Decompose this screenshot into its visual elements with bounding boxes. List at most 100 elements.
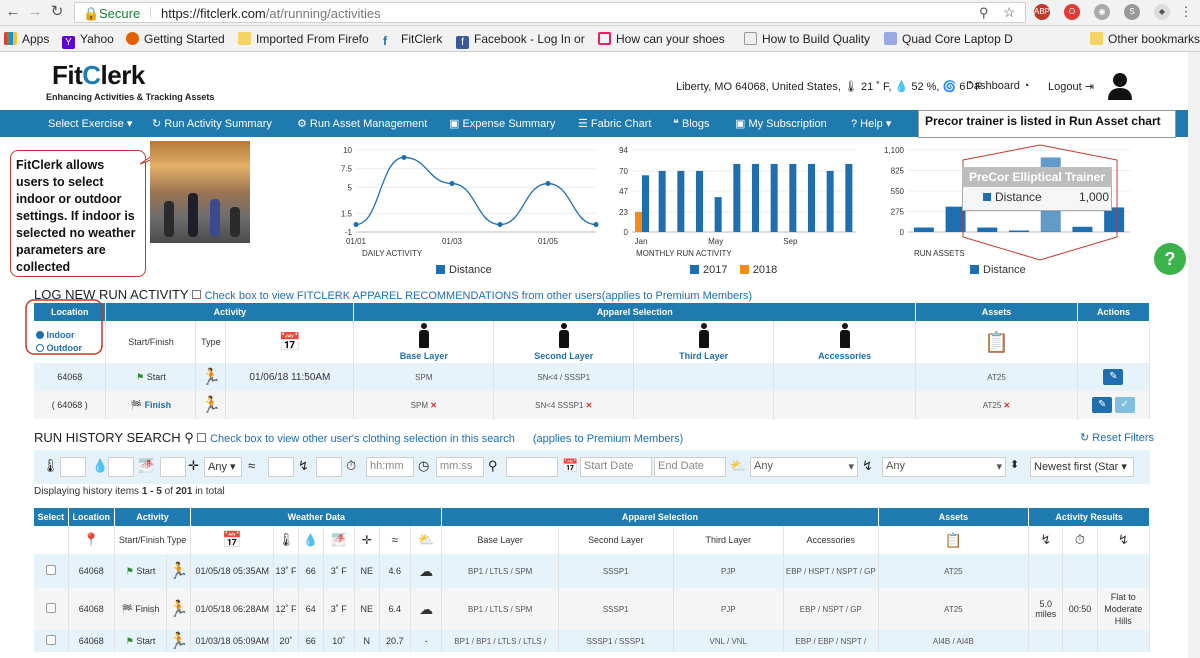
logo[interactable]: FitClerk bbox=[52, 60, 145, 91]
y-tick-label: 5 bbox=[348, 183, 353, 192]
bookmark-quality[interactable]: How to Build Quality bbox=[744, 32, 870, 46]
y-tick-label: -1 bbox=[345, 228, 353, 237]
temp-filter[interactable] bbox=[60, 457, 86, 477]
distance-filter[interactable] bbox=[316, 457, 342, 477]
row-feels: 3˚ F bbox=[323, 554, 355, 588]
zoom-icon[interactable]: ⚲ bbox=[979, 5, 989, 21]
help-button[interactable]: ? bbox=[1154, 243, 1186, 275]
callout-precor: Precor trainer is listed in Run Asset ch… bbox=[918, 110, 1176, 138]
reset-filters-link[interactable]: ↻ Reset Filters bbox=[1080, 431, 1154, 444]
bookmarks-bar: Apps Y Yahoo Getting Started Imported Fro… bbox=[0, 26, 1200, 52]
log-third[interactable] bbox=[633, 363, 775, 391]
save-check-button[interactable]: ✓ bbox=[1114, 397, 1135, 413]
nav-my-subscription[interactable]: ▣ My Subscription bbox=[735, 117, 827, 130]
wind-direction-select[interactable]: Any ▾ bbox=[204, 457, 242, 477]
row-second: SSSP1 bbox=[558, 588, 674, 630]
remove-icon[interactable]: ✕ bbox=[586, 401, 593, 410]
log-third[interactable] bbox=[633, 391, 775, 419]
table-row[interactable]: 64068 ⚑ Start 🏃 01/03/18 05:09AM 20˚ 66 … bbox=[34, 630, 1151, 652]
bar-2017-Sep bbox=[789, 163, 797, 232]
log-acc[interactable] bbox=[773, 363, 917, 391]
log-base[interactable]: SPM bbox=[353, 363, 495, 391]
nav-help[interactable]: ? Help ▾ bbox=[851, 117, 891, 130]
weather-select[interactable]: Any ▾ bbox=[750, 457, 858, 477]
bookmark-getting-started[interactable]: Getting Started bbox=[126, 32, 225, 46]
start-date-filter[interactable]: Start Date bbox=[580, 457, 652, 477]
extension-icon[interactable]: ◉ bbox=[1094, 4, 1110, 20]
nav-run-asset-management[interactable]: ⚙ Run Asset Management bbox=[297, 117, 427, 130]
apparel-recommend-checkbox[interactable] bbox=[191, 290, 201, 299]
flag-icon: ⚑ bbox=[136, 371, 145, 382]
pin-icon: 📍 bbox=[68, 526, 115, 554]
bookmark-apps[interactable]: Apps bbox=[4, 32, 49, 46]
secure-label: Secure bbox=[99, 6, 141, 21]
address-bar[interactable]: 🔒 Secure | https://fitclerk.com/at/runni… bbox=[74, 2, 1026, 23]
bookmark-laptop[interactable]: Quad Core Laptop D bbox=[884, 32, 1013, 46]
adblock-icon[interactable]: ABP bbox=[1034, 4, 1050, 20]
nav-fabric-chart[interactable]: ☰ Fabric Chart bbox=[578, 117, 651, 130]
log-start-time[interactable]: 01/06/18 11:50AM bbox=[225, 363, 355, 391]
duration-filter[interactable]: hh:mm bbox=[366, 457, 414, 477]
edit-button[interactable]: ✎ bbox=[1103, 369, 1124, 385]
y-tick-label: 275 bbox=[891, 208, 905, 217]
pace-filter[interactable]: mm:ss bbox=[436, 457, 484, 477]
row-checkbox[interactable] bbox=[45, 603, 56, 613]
feels-filter[interactable] bbox=[160, 457, 186, 477]
remove-icon[interactable]: ✕ bbox=[1004, 401, 1011, 410]
nav-expense-summary[interactable]: ▣ Expense Summary bbox=[449, 117, 555, 130]
sort-select[interactable]: Newest first (Star ▾ bbox=[1030, 457, 1134, 477]
start-finish-header: Start/Finish bbox=[105, 321, 197, 363]
table-row[interactable]: 64068 ⚑ Start 🏃 01/05/18 05:35AM 13˚ F 6… bbox=[34, 554, 1151, 588]
bookmark-shoes[interactable]: How can your shoes bbox=[598, 32, 725, 46]
skype-icon[interactable]: S bbox=[1124, 4, 1140, 20]
avatar[interactable] bbox=[1108, 72, 1132, 100]
star-icon[interactable]: ☆ bbox=[1003, 4, 1016, 21]
wind-filter[interactable] bbox=[268, 457, 294, 477]
dashboard-link[interactable]: Dashboard ◔ bbox=[966, 80, 1030, 92]
person-icon bbox=[558, 323, 570, 349]
row-checkbox[interactable] bbox=[45, 635, 56, 645]
reload-icon[interactable]: ↻ bbox=[48, 3, 66, 21]
terrain-select[interactable]: Any ▾ bbox=[882, 457, 1006, 477]
logout-link[interactable]: Logout ⇥ bbox=[1048, 80, 1094, 93]
other-users-checkbox[interactable] bbox=[197, 433, 207, 442]
forward-icon[interactable]: → bbox=[26, 3, 44, 21]
row-direction: N bbox=[354, 630, 380, 652]
log-finish-time[interactable] bbox=[225, 391, 355, 419]
bookmark-facebook[interactable]: f Facebook - Log In or bbox=[456, 32, 585, 49]
bookmark-yahoo[interactable]: Y Yahoo bbox=[62, 32, 114, 49]
log-second[interactable]: SN<4 SSSP1 ✕ bbox=[493, 391, 635, 419]
col-results: Activity Results bbox=[1028, 508, 1150, 526]
log-acc[interactable] bbox=[773, 391, 917, 419]
row-checkbox[interactable] bbox=[45, 565, 56, 575]
log-section-title: LOG NEW RUN ACTIVITY Check box to view F… bbox=[34, 287, 753, 302]
log-assets[interactable]: AT25 ✕ bbox=[915, 391, 1078, 419]
bar-2017-Mar bbox=[677, 170, 685, 232]
edit-button[interactable]: ✎ bbox=[1092, 397, 1113, 413]
remove-icon[interactable]: ✕ bbox=[430, 401, 437, 410]
zip-filter[interactable] bbox=[506, 457, 558, 477]
y-tick-label: 94 bbox=[619, 146, 628, 155]
log-second[interactable]: SN<4 / SSSP1 bbox=[493, 363, 635, 391]
log-assets[interactable]: AT25 bbox=[915, 363, 1078, 391]
col-assets: Assets bbox=[915, 303, 1078, 321]
log-base[interactable]: SPM ✕ bbox=[353, 391, 495, 419]
humidity-filter[interactable] bbox=[108, 457, 134, 477]
bookmark-ext-icon[interactable]: ◆ bbox=[1154, 4, 1170, 20]
opera-icon[interactable]: O bbox=[1064, 4, 1080, 20]
y-tick-label: 70 bbox=[619, 167, 628, 176]
nav-run-activity-summary[interactable]: ↻ Run Activity Summary bbox=[152, 117, 272, 130]
bookmark-other[interactable]: Other bookmarks bbox=[1090, 32, 1200, 46]
scrollbar[interactable] bbox=[1188, 52, 1200, 658]
bookmark-imported[interactable]: Imported From Firefo bbox=[238, 32, 369, 46]
back-icon[interactable]: ← bbox=[4, 3, 22, 21]
bookmark-fitclerk[interactable]: f FitClerk bbox=[383, 32, 442, 48]
tooltip-title: PreCor Elliptical Trainer bbox=[962, 167, 1112, 187]
nav-select-exercise[interactable]: Select Exercise ▾ bbox=[48, 117, 132, 130]
menu-icon[interactable]: ⋮ bbox=[1178, 4, 1194, 20]
nav-blogs[interactable]: ❝ Blogs bbox=[673, 117, 710, 130]
end-date-filter[interactable]: End Date bbox=[654, 457, 726, 477]
table-row[interactable]: 64068 🏁 Finish 🏃 01/05/18 06:28AM 12˚ F … bbox=[34, 588, 1151, 630]
callout-indoor-outdoor: FitClerk allows users to select indoor o… bbox=[10, 150, 146, 277]
url-text: https://fitclerk.com/at/running/activiti… bbox=[161, 6, 381, 21]
